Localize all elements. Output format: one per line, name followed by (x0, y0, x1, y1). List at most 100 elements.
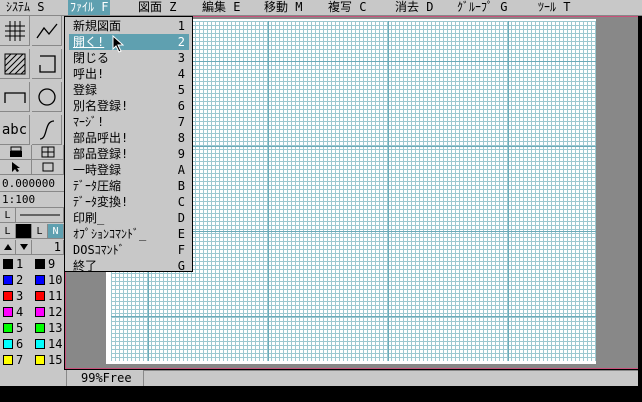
select-tool-button[interactable] (0, 160, 32, 175)
scale-field[interactable]: 1:100 (0, 192, 64, 208)
polyline-icon (35, 23, 58, 38)
file-menu-item[interactable]: 一時登録 A (69, 162, 189, 178)
file-menu-item[interactable]: 部品登録! 9 (69, 146, 189, 162)
menu-1[interactable]: ﾌｧｲﾙ F (68, 0, 111, 15)
menu-7[interactable]: ｸﾞﾙｰﾌﾟ G (455, 0, 509, 15)
file-menu-item[interactable]: 印刷_ D (69, 210, 189, 226)
color-swatch[interactable] (35, 259, 45, 269)
file-menu-item[interactable]: 閉じる 3 (69, 50, 189, 66)
hatch-tool-button[interactable] (0, 49, 30, 79)
status-left-cell (0, 370, 66, 386)
file-menu-item[interactable]: 新規図面 1 (69, 18, 189, 34)
line-type-selector[interactable] (16, 208, 64, 223)
file-menu-item-shortcut: F (177, 243, 185, 257)
file-menu-item-label: 部品登録! (73, 147, 129, 161)
menu-2[interactable]: 図面 Z (136, 0, 178, 15)
file-menu-item[interactable]: 呼出! 4 (69, 66, 189, 82)
file-menu-item[interactable]: ｵﾌﾟｼｮﾝｺﾏﾝﾄﾞ_ E (69, 226, 189, 242)
color-row: 2 10 (0, 272, 64, 288)
file-menu-item[interactable]: 開く! 2 (69, 34, 189, 50)
table-tool-button[interactable] (32, 145, 64, 160)
frame-tool-button[interactable] (32, 160, 64, 175)
menu-4[interactable]: 移動 M (262, 0, 304, 15)
pen-up-button[interactable] (0, 240, 16, 255)
file-menu-item-label: 一時登録 (73, 163, 122, 177)
file-menu-item-label: 新規図面 (73, 19, 122, 33)
color-swatch[interactable] (35, 275, 45, 285)
file-menu-item-label: 部品呼出! (73, 131, 129, 145)
right-margin (596, 17, 638, 368)
file-menu-item-label: 別名登録! (73, 99, 129, 113)
layer-n-button[interactable]: N (48, 224, 64, 239)
file-menu-item[interactable]: 終了 G (69, 258, 189, 274)
number-field[interactable]: 0.000000 (0, 176, 64, 192)
color-swatch[interactable] (35, 291, 45, 301)
file-menu-item-label: 終了 (73, 259, 98, 273)
text-tool-label: abc (1, 121, 28, 138)
color-swatch[interactable] (35, 339, 45, 349)
rectangle-tool-button[interactable] (32, 49, 62, 79)
pen-number: 1 (32, 240, 64, 255)
tool-palette: abc 0.000000 1:100 L L L N 1 1 9 2 10 3 … (0, 16, 64, 386)
current-color-swatch[interactable] (16, 224, 32, 239)
file-menu-item-shortcut: C (177, 195, 185, 209)
curve-icon (39, 119, 54, 140)
printer-tool-button[interactable] (0, 145, 32, 160)
menu-8[interactable]: ﾂｰﾙ T (536, 0, 572, 15)
color-number: 1 (16, 257, 24, 271)
menu-0[interactable]: ｼｽﾃﾑ S (4, 0, 46, 15)
file-menu-item-label: 呼出! (73, 67, 105, 81)
layer-label-2: L (32, 224, 48, 239)
color-number: 4 (16, 305, 24, 319)
color-swatch[interactable] (3, 355, 13, 365)
file-menu-item[interactable]: ﾃﾞｰﾀ変換! C (69, 194, 189, 210)
layer-label: L (0, 224, 16, 239)
file-menu-item[interactable]: ﾏｰｼﾞ! 7 (69, 114, 189, 130)
file-menu-item[interactable]: 別名登録! 6 (69, 98, 189, 114)
color-swatch[interactable] (3, 291, 13, 301)
polyline-tool-button[interactable] (32, 16, 62, 46)
color-swatch[interactable] (35, 355, 45, 365)
dimension-tool-button[interactable] (0, 82, 30, 112)
file-menu-item[interactable]: 登録 5 (69, 82, 189, 98)
color-swatch[interactable] (35, 323, 45, 333)
color-row: 3 11 (0, 288, 64, 304)
file-menu-item-label: 閉じる (73, 51, 110, 65)
status-bar: 99%Free (0, 370, 642, 386)
file-menu-item-label: DOSｺﾏﾝﾄﾞ (73, 243, 125, 257)
text-tool-button[interactable]: abc (0, 115, 30, 145)
table-icon (41, 146, 54, 158)
color-row: 5 13 (0, 320, 64, 336)
linetype-layer-label: L (0, 208, 16, 223)
color-swatch[interactable] (3, 307, 13, 317)
color-number: 3 (16, 289, 24, 303)
curve-tool-button[interactable] (32, 115, 62, 145)
file-menu-item[interactable]: ﾃﾞｰﾀ圧縮 B (69, 178, 189, 194)
file-menu-item[interactable]: DOSｺﾏﾝﾄﾞ F (69, 242, 189, 258)
file-menu-item-label: ﾏｰｼﾞ! (73, 115, 105, 129)
status-message-area (144, 370, 638, 386)
grid-tool-button[interactable] (0, 16, 30, 46)
circle-tool-button[interactable] (32, 82, 62, 112)
file-menu-item-shortcut: 2 (177, 35, 185, 49)
color-swatch[interactable] (3, 339, 13, 349)
color-swatch[interactable] (35, 307, 45, 317)
menu-5[interactable]: 複写 C (326, 0, 368, 15)
pen-down-button[interactable] (16, 240, 32, 255)
triangle-down-icon (19, 244, 28, 250)
color-swatch[interactable] (3, 259, 13, 269)
color-number: 15 (48, 353, 63, 367)
color-number: 13 (48, 321, 63, 335)
grid-icon (4, 20, 25, 41)
menu-3[interactable]: 編集 E (200, 0, 242, 15)
color-number: 14 (48, 337, 63, 351)
color-number: 5 (16, 321, 24, 335)
menubar: ｼｽﾃﾑ S ﾌｧｲﾙ F 図面 Z 編集 E 移動 M 複写 C 消去 D ｸﾞﾙｰﾌﾟ G… (0, 0, 642, 16)
file-menu-dropdown: 新規図面 1 開く! 2 閉じる 3 呼出! 4 登録 5 別名登録! 6 ﾏｰｼﾞ! 7 部品呼出! 8 部品… (64, 16, 193, 274)
file-menu-item-shortcut: 9 (177, 147, 185, 161)
color-swatch[interactable] (3, 323, 13, 333)
frame-icon (42, 162, 53, 172)
menu-6[interactable]: 消去 D (393, 0, 435, 15)
file-menu-item[interactable]: 部品呼出! 8 (69, 130, 189, 146)
color-swatch[interactable] (3, 275, 13, 285)
